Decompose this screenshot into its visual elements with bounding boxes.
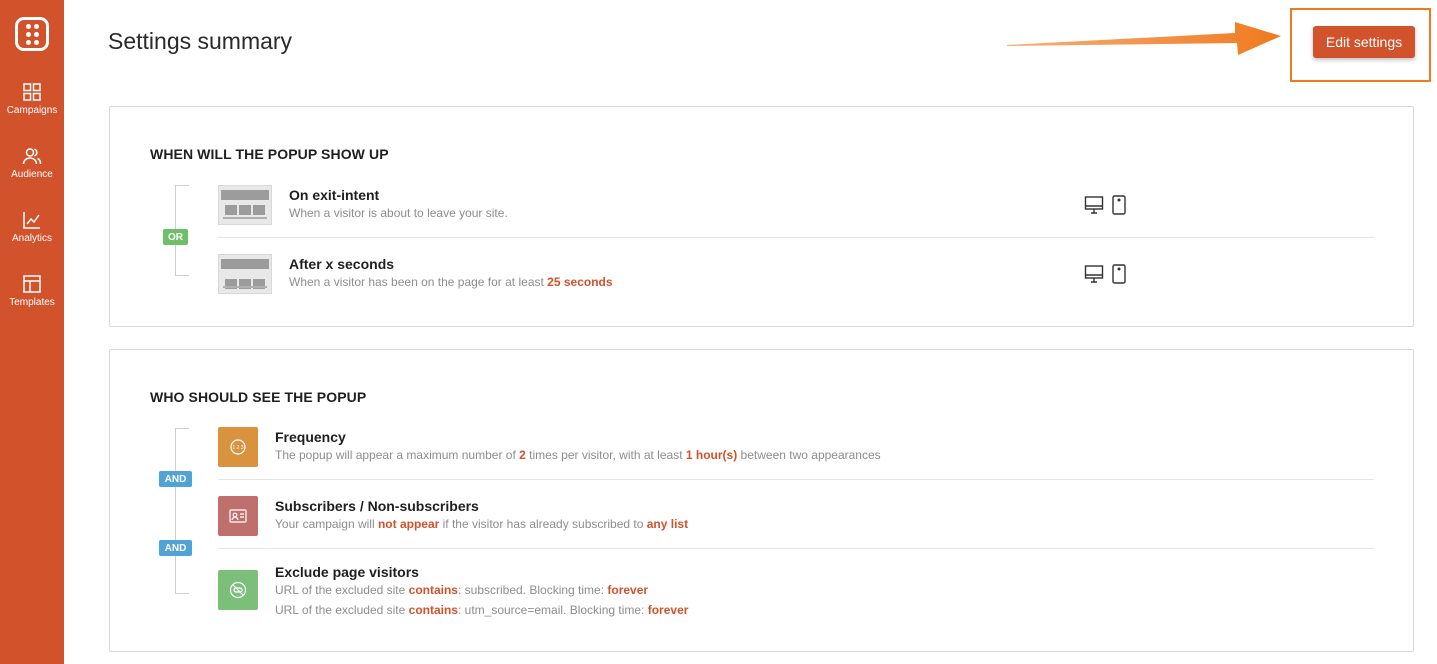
chart-line-icon [23, 212, 40, 229]
desc-value: 2 [519, 448, 526, 462]
grid-icon [23, 83, 41, 101]
rule-description: Your campaign will not appear if the vis… [275, 517, 688, 531]
annotation-arrow [1007, 22, 1281, 55]
audience-row-subscribers: Subscribers / Non-subscribers Your campa… [218, 496, 1374, 549]
edit-settings-button[interactable]: Edit settings [1313, 26, 1415, 58]
and-badge: AND [159, 540, 192, 556]
sidebar-item-templates[interactable]: Templates [0, 274, 64, 308]
after-seconds-thumbnail [218, 254, 272, 294]
device-icons [1084, 195, 1127, 215]
audience-row-frequency: 1 2 3 Frequency The popup will appear a … [218, 427, 1374, 480]
and-badge: AND [159, 471, 192, 487]
desc-text: When a visitor has been on the page for … [289, 275, 548, 289]
or-badge: OR [163, 229, 188, 245]
sidebar-item-label: Analytics [11, 233, 52, 244]
desc-value: contains [408, 583, 458, 597]
sidebar: Campaigns Audience Analytics Templates [0, 0, 64, 664]
desc-value: forever [647, 603, 689, 617]
no-link-icon [218, 570, 258, 610]
rule-title: Exclude page visitors [275, 564, 419, 580]
connector-tick [175, 593, 189, 594]
desc-text: if the visitor has already subscribed to [439, 517, 647, 531]
sidebar-item-analytics[interactable]: Analytics [0, 210, 64, 244]
audience-row-exclude: Exclude page visitors URL of the exclude… [218, 564, 1374, 620]
device-icons [1084, 264, 1127, 284]
rule-title: Frequency [275, 429, 346, 445]
sidebar-item-campaigns[interactable]: Campaigns [0, 82, 64, 116]
mobile-icon [1112, 195, 1126, 215]
desc-value: any list [646, 517, 689, 531]
sidebar-item-label: Templates [9, 297, 55, 308]
desc-text: URL of the excluded site [275, 583, 409, 597]
desc-value: 25 seconds [547, 275, 613, 289]
users-icon [22, 148, 42, 165]
sidebar-item-label: Audience [11, 169, 53, 180]
desc-text: : utm_source=email. Blocking time: [457, 603, 648, 617]
mobile-icon [1112, 264, 1126, 284]
desktop-icon [1084, 196, 1104, 214]
who-section-card: WHO SHOULD SEE THE POPUP AND AND 1 2 3 F… [109, 349, 1414, 652]
trigger-description: When a visitor is about to leave your si… [289, 206, 508, 220]
desc-text: The popup will appear a maximum number o… [275, 448, 520, 462]
frequency-icon: 1 2 3 [218, 427, 258, 467]
connector-tick [175, 428, 189, 429]
and-connector-line [175, 428, 176, 593]
rule-title: Subscribers / Non-subscribers [275, 498, 479, 514]
exit-intent-thumbnail [218, 185, 272, 225]
desc-text: Your campaign will [275, 517, 378, 531]
svg-text:1 2 3: 1 2 3 [232, 445, 243, 451]
desc-value: not appear [377, 517, 440, 531]
rule-description: URL of the excluded site contains: subsc… [275, 583, 648, 597]
rule-description: The popup will appear a maximum number o… [275, 448, 881, 462]
trigger-row-exit-intent: On exit-intent When a visitor is about t… [218, 185, 1374, 238]
trigger-description: When a visitor has been on the page for … [289, 275, 613, 289]
section-title: WHO SHOULD SEE THE POPUP [150, 389, 367, 405]
sidebar-item-label: Campaigns [6, 105, 58, 116]
layout-icon [23, 275, 41, 293]
desc-text: URL of the excluded site [275, 603, 409, 617]
rule-description: URL of the excluded site contains: utm_s… [275, 603, 688, 617]
trigger-row-after-seconds: After x seconds When a visitor has been … [218, 254, 1374, 299]
desc-value: contains [408, 603, 458, 617]
section-title: WHEN WILL THE POPUP SHOW UP [150, 146, 389, 162]
connector-tick [175, 185, 189, 186]
app-logo[interactable] [15, 17, 49, 51]
desc-text: between two appearances [737, 448, 881, 462]
subscriber-card-icon [218, 496, 258, 536]
desc-text: : subscribed. Blocking time: [457, 583, 608, 597]
desc-value: 1 hour(s) [685, 448, 738, 462]
sidebar-item-audience[interactable]: Audience [0, 146, 64, 180]
desc-text: times per visitor, with at least [525, 448, 686, 462]
trigger-title: On exit-intent [289, 187, 380, 203]
page-title: Settings summary [108, 28, 293, 54]
connector-tick [175, 275, 189, 276]
desktop-icon [1084, 265, 1104, 283]
when-section-card: WHEN WILL THE POPUP SHOW UP OR On exit-i… [109, 106, 1414, 327]
desc-value: forever [607, 583, 649, 597]
trigger-title: After x seconds [289, 256, 395, 272]
